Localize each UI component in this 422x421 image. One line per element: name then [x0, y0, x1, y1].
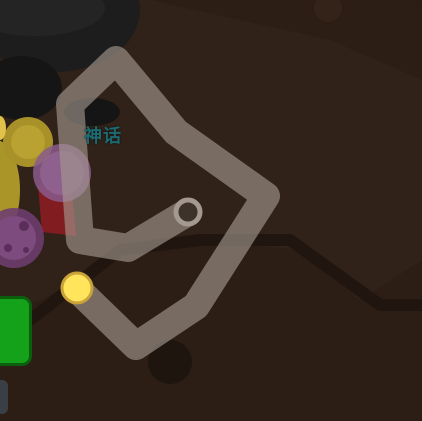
cell-purple-spot — [19, 221, 29, 231]
player-dot-icon[interactable] — [60, 271, 94, 305]
hud-green-button[interactable] — [0, 296, 32, 366]
hud-slot[interactable] — [0, 380, 8, 414]
hollow-circle-icon — [173, 197, 203, 227]
cell-purple-spot — [4, 244, 12, 252]
cell-purple-spot — [23, 247, 29, 253]
game-scene[interactable] — [0, 0, 422, 421]
cell-yellow-core — [11, 125, 45, 159]
player-name-label: 神话 — [84, 126, 122, 147]
game-viewport[interactable]: 神话 — [0, 0, 422, 421]
